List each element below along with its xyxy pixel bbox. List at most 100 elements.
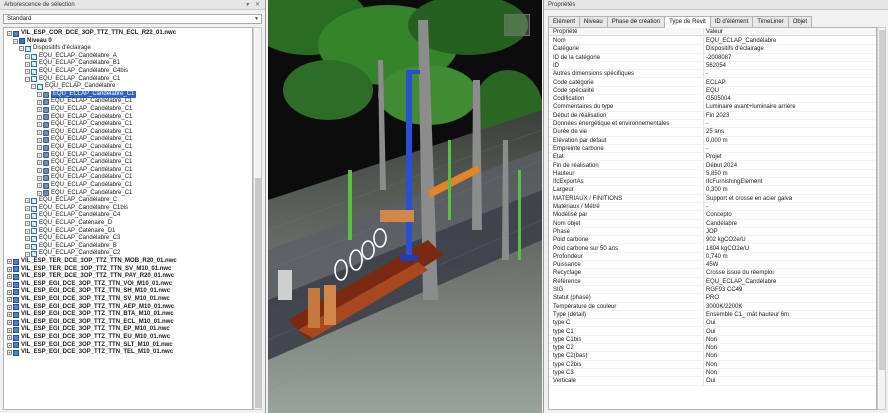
expand-icon[interactable]: +: [37, 160, 42, 166]
panel-controls[interactable]: ▾ ✕: [246, 0, 262, 10]
property-row[interactable]: Profondeur 0,740 m: [549, 252, 876, 262]
expand-icon[interactable]: +: [25, 251, 30, 257]
tree-node-label[interactable]: EQU_ECLAP_Candélabre_A: [39, 53, 117, 61]
properties-tab[interactable]: TimeLiner: [752, 16, 789, 27]
expand-icon[interactable]: +: [7, 312, 12, 318]
expand-icon[interactable]: +: [7, 274, 12, 280]
property-row[interactable]: Nom objet Candélabre: [549, 219, 876, 228]
property-row[interactable]: Codification G505004: [549, 95, 876, 104]
tree-node-label[interactable]: EQU_ECLAP_Candélabre_C1: [51, 144, 132, 152]
tree-node-label[interactable]: VIL_ESP_EGI_DCE_3OP_TTZ_TTN_SH_M10_01.nw…: [21, 288, 170, 296]
tree-node[interactable]: + EQU_ECLAP_Candélabre_C1: [37, 190, 132, 198]
tree-node-label[interactable]: EQU_ECLAP_Candélabre_C1: [51, 190, 132, 198]
tree-node[interactable]: + EQU_ECLAP_Candélabre_B1: [25, 60, 120, 68]
expand-icon[interactable]: +: [37, 130, 42, 136]
tree-node-label[interactable]: EQU_ECLAP_Candélabre_C1: [51, 129, 132, 137]
tree-node-label[interactable]: EQU_ECLAP_Caténaire_D1: [39, 228, 115, 236]
properties-tab[interactable]: ID d'élément: [709, 16, 754, 27]
3d-viewport[interactable]: [268, 0, 542, 413]
expand-icon[interactable]: +: [25, 54, 30, 60]
expand-icon[interactable]: +: [7, 297, 12, 303]
tree-node[interactable]: + EQU_ECLAP_Candélabre_C4bis: [25, 68, 128, 76]
tree-node-label[interactable]: VIL_ESP_EGI_DCE_3OP_TTZ_TTN_EU_M10_01.nw…: [21, 334, 170, 342]
expand-icon[interactable]: +: [7, 266, 12, 272]
tree-node-label[interactable]: VIL_ESP_EGI_DCE_3OP_TTZ_TTN_EP_M10_01.nw…: [21, 326, 170, 334]
expand-icon[interactable]: +: [7, 289, 12, 295]
tree-node[interactable]: + EQU_ECLAP_Candélabre_C1: [37, 114, 132, 122]
tree-node-label[interactable]: VIL_ESP_COR_DCE_3OP_TTZ_TTN_ECL_R22_01.n…: [21, 30, 176, 38]
property-row[interactable]: type C1 Oui: [549, 327, 876, 336]
tree-node-label[interactable]: EQU_ECLAP_Candélabre_C3: [39, 235, 120, 243]
tree-node-label[interactable]: Dispositifs d'éclairage: [33, 45, 91, 53]
expand-icon[interactable]: +: [25, 206, 30, 212]
tree-node[interactable]: + EQU_ECLAP_Candélabre_C3: [25, 235, 120, 243]
tree-node[interactable]: − VIL_ESP_COR_DCE_3OP_TTZ_TTN_ECL_R22_01.…: [7, 30, 176, 38]
property-row[interactable]: type C2(bas) Non: [549, 352, 876, 361]
tree-scrollbar-thumb[interactable]: [255, 178, 261, 408]
property-row[interactable]: Référence EQU_ECLAP_Candélabre: [549, 277, 876, 286]
tree-node-label[interactable]: VIL_ESP_EGI_DCE_3OP_TTZ_TTN_SLT_M10_01.n…: [21, 342, 173, 350]
tree-node[interactable]: + VIL_ESP_EGI_DCE_3OP_TTZ_TTN_TEL_M10_01.…: [7, 349, 173, 357]
expand-icon[interactable]: +: [7, 342, 12, 348]
tree-node-label[interactable]: VIL_ESP_TER_DCE_3OP_TTZ_TTN_SV_M10_01.nw…: [21, 266, 171, 274]
selection-tree[interactable]: − VIL_ESP_COR_DCE_3OP_TTZ_TTN_ECL_R22_01.…: [3, 27, 253, 410]
properties-tab[interactable]: Elément: [548, 16, 581, 27]
expand-icon[interactable]: +: [25, 221, 30, 227]
tree-node[interactable]: + EQU_ECLAP_Candélabre_C1: [37, 152, 132, 160]
property-row[interactable]: SIG RGF93 CC49: [549, 286, 876, 295]
property-column-header[interactable]: Propriété: [549, 28, 703, 35]
tree-node-label[interactable]: EQU_ECLAP_Candélabre_C: [39, 197, 117, 205]
expand-icon[interactable]: +: [7, 282, 12, 288]
expand-icon[interactable]: +: [37, 92, 42, 98]
tree-node-label[interactable]: VIL_ESP_EGI_DCE_3OP_TTZ_TTN_AEP_M10_01.n…: [21, 304, 174, 312]
property-row[interactable]: Nom EQU_ECLAP_Candélabre: [549, 37, 876, 46]
tree-node[interactable]: + VIL_ESP_EGI_DCE_3OP_TTZ_TTN_AEP_M10_01.…: [7, 304, 174, 312]
chevron-down-icon[interactable]: ▼: [254, 15, 259, 23]
tree-node-label[interactable]: EQU_ECLAP_Candélabre_C1: [51, 159, 132, 167]
property-row[interactable]: Type (détail) Ensemble C1_ mât hauteur 6m: [549, 310, 876, 320]
tree-node[interactable]: + VIL_ESP_EGI_DCE_3OP_TTZ_TTN_SH_M10_01.n…: [7, 288, 170, 296]
expand-icon[interactable]: +: [7, 304, 12, 310]
expand-icon[interactable]: +: [7, 335, 12, 341]
expand-icon[interactable]: +: [25, 198, 30, 204]
tree-node-label[interactable]: EQU_ECLAP_Candélabre_B: [39, 243, 117, 251]
tree-node-label[interactable]: EQU_ECLAP_Candélabre_C1: [51, 174, 132, 182]
property-row[interactable]: Début de réalisation Fin 2023: [549, 111, 876, 120]
property-row[interactable]: Commentaires du type Luminaire avant+lumi…: [549, 103, 876, 112]
property-row[interactable]: Matériaux / Métré -: [549, 203, 876, 212]
tree-node[interactable]: + EQU_ECLAP_Candélabre_C2: [25, 250, 120, 258]
tree-node[interactable]: + EQU_ECLAP_Candélabre_C1: [37, 174, 132, 182]
expand-icon[interactable]: +: [37, 190, 42, 196]
property-row[interactable]: Elévation par défaut 0,000 m: [549, 136, 876, 145]
tree-node-label[interactable]: Niveau 0: [27, 38, 52, 46]
property-row[interactable]: Durée de vie 25 ans: [549, 128, 876, 137]
properties-tab[interactable]: Objet: [787, 16, 813, 27]
expand-icon[interactable]: +: [37, 122, 42, 128]
property-row[interactable]: Code catégorie ECLAP: [549, 78, 876, 87]
property-row[interactable]: type C2 Non: [549, 344, 876, 353]
property-row[interactable]: Phase JOP: [549, 227, 876, 237]
property-row[interactable]: Catégorie Dispositifs d'éclairage: [549, 45, 876, 54]
tree-node[interactable]: + EQU_ECLAP_Candélabre_C1: [37, 144, 132, 152]
tree-node-label[interactable]: EQU_ECLAP_Candélabre_C1: [51, 167, 132, 175]
tree-node[interactable]: + VIL_ESP_EGI_DCE_3OP_TTZ_TTN_SLT_M10_01.…: [7, 342, 173, 350]
tree-node[interactable]: − Dispositifs d'éclairage: [19, 45, 91, 53]
expand-icon[interactable]: +: [25, 61, 30, 67]
property-row[interactable]: Recyclage Crosse issue du réemploi: [549, 269, 876, 278]
property-row[interactable]: Verticale Oui: [549, 377, 876, 386]
tree-node[interactable]: + EQU_ECLAP_Candélabre_C1: [37, 106, 132, 114]
tree-node-label[interactable]: VIL_ESP_EGI_DCE_3OP_TTZ_TTN_TEL_M10_01.n…: [21, 349, 173, 357]
value-column-header[interactable]: Valeur: [703, 28, 876, 36]
property-row[interactable]: Température de couleur 3000K/2200K: [549, 302, 876, 311]
expand-icon[interactable]: +: [25, 236, 30, 242]
property-row[interactable]: Modélisé par Concepto: [549, 211, 876, 220]
property-row[interactable]: Poid carbone 902 kgCO2e/U: [549, 236, 876, 245]
property-row[interactable]: ID 562054: [549, 61, 876, 71]
tree-node[interactable]: + EQU_ECLAP_Candélabre_C1: [37, 159, 132, 167]
tree-node-label[interactable]: EQU_ECLAP_Candélabre_B1: [39, 60, 120, 68]
tree-node-label[interactable]: VIL_ESP_EGI_DCE_3OP_TTZ_TTN_ECL_M10_01.n…: [21, 319, 174, 327]
tree-node[interactable]: + VIL_ESP_EGI_DCE_3OP_TTZ_TTN_EP_M10_01.n…: [7, 326, 170, 334]
expand-icon[interactable]: +: [7, 320, 12, 326]
tree-node-label[interactable]: EQU_ECLAP_Candélabre_C1: [39, 76, 120, 84]
expand-icon[interactable]: +: [37, 107, 42, 113]
